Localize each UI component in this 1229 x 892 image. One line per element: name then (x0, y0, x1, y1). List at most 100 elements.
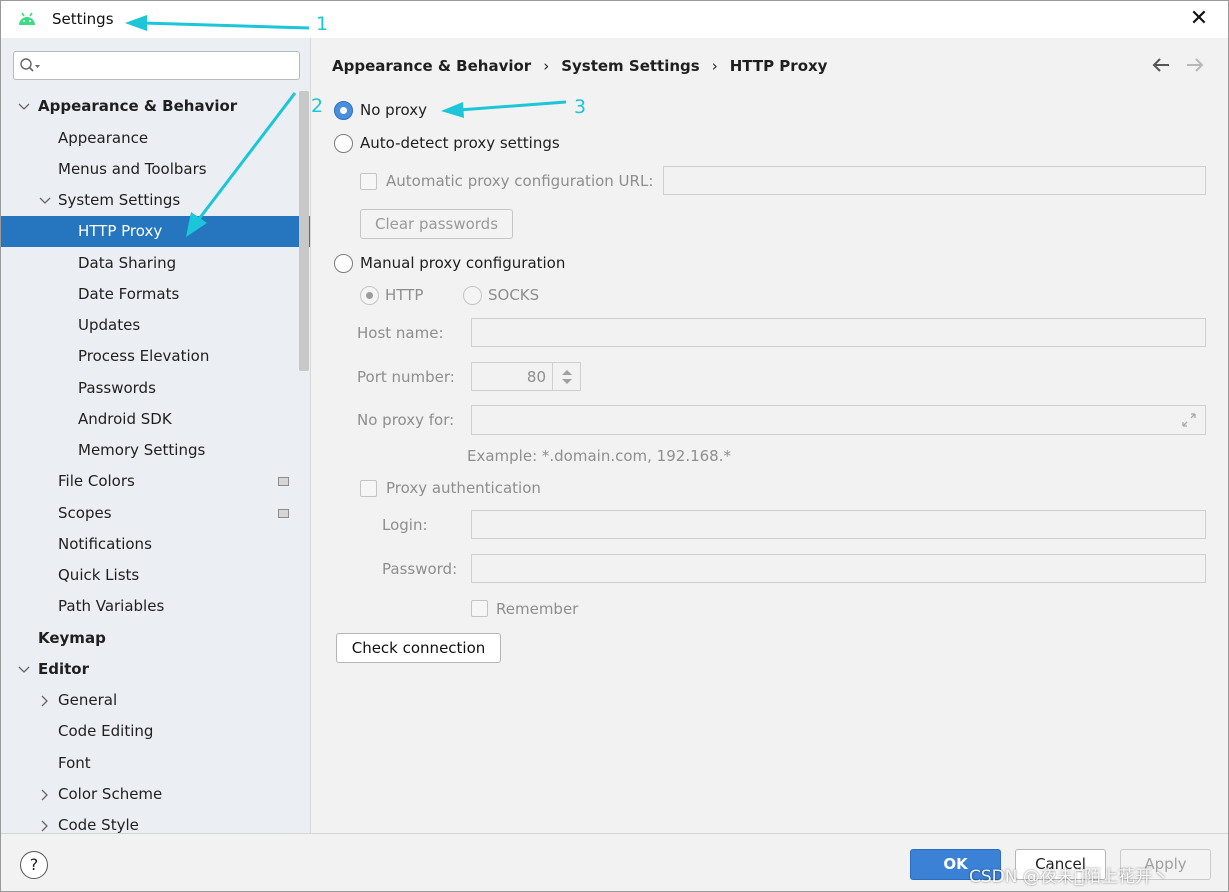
chevron-right-icon (39, 789, 51, 801)
sidebar-item-scopes[interactable]: Scopes (1, 498, 310, 529)
chevron-down-icon (39, 195, 51, 207)
breadcrumb-item: HTTP Proxy (729, 57, 828, 75)
auto-detect-radio[interactable] (334, 134, 353, 153)
host-name-field[interactable] (471, 318, 1206, 347)
close-icon[interactable]: ✕ (1184, 5, 1214, 33)
sidebar-item-editor[interactable]: Editor (1, 654, 310, 685)
help-icon[interactable]: ? (20, 851, 48, 879)
sidebar-item-passwords[interactable]: Passwords (1, 373, 310, 404)
sidebar-item-label: Font (58, 754, 91, 772)
sidebar-item-label: Android SDK (78, 410, 172, 428)
annotation-number: 2 (311, 95, 324, 117)
expand-icon[interactable] (1181, 412, 1197, 432)
login-field[interactable] (471, 510, 1206, 539)
sidebar-item-label: General (58, 691, 118, 709)
android-icon (17, 11, 37, 27)
sidebar-item-label: Scopes (58, 504, 112, 522)
http-radio[interactable] (360, 286, 379, 305)
sidebar-item-code-editing[interactable]: Code Editing (1, 716, 310, 747)
sidebar-item-label: Appearance (58, 129, 149, 147)
sidebar-item-general[interactable]: General (1, 685, 310, 716)
annotation-number: 3 (574, 96, 587, 118)
check-connection-button[interactable]: Check connection (336, 633, 501, 663)
password-label: Password: (382, 560, 458, 578)
sidebar-item-label: Editor (38, 660, 89, 678)
chevron-down-icon (18, 664, 30, 676)
breadcrumb: Appearance & Behavior › System Settings › HT… (332, 57, 827, 75)
auto-config-url-field[interactable] (663, 166, 1206, 195)
search-icon (19, 57, 41, 75)
no-proxy-radio[interactable] (334, 101, 353, 120)
search-input[interactable] (13, 51, 300, 80)
sidebar-item-label: HTTP Proxy (78, 222, 163, 240)
port-number-value: 80 (526, 368, 546, 386)
sidebar-item-process-elevation[interactable]: Process Elevation (1, 341, 310, 372)
project-scope-icon (278, 477, 289, 486)
sidebar-item-label: Memory Settings (78, 441, 206, 459)
sidebar-item-font[interactable]: Font (1, 748, 310, 779)
settings-sidebar: Appearance & Behavior Appearance Menus a… (1, 38, 311, 833)
sidebar-item-notifications[interactable]: Notifications (1, 529, 310, 560)
no-proxy-for-field[interactable] (471, 405, 1206, 435)
sidebar-item-label: Quick Lists (58, 566, 140, 584)
sidebar-item-memory-settings[interactable]: Memory Settings (1, 435, 310, 466)
no-proxy-label: No proxy (360, 101, 427, 119)
sidebar-item-date-formats[interactable]: Date Formats (1, 279, 310, 310)
http-label: HTTP (385, 286, 424, 304)
remember-label: Remember (496, 600, 579, 618)
sidebar-item-label: Updates (78, 316, 141, 334)
auto-config-url-checkbox[interactable] (360, 173, 377, 190)
sidebar-item-menus-toolbars[interactable]: Menus and Toolbars (1, 154, 310, 185)
manual-proxy-label: Manual proxy configuration (360, 254, 566, 272)
back-arrow-icon[interactable] (1150, 55, 1172, 75)
breadcrumb-separator: › (711, 57, 718, 75)
stepper-arrows-icon[interactable] (552, 363, 580, 391)
proxy-authentication-label: Proxy authentication (386, 479, 541, 497)
sidebar-item-label: Data Sharing (78, 254, 177, 272)
sidebar-item-label: Keymap (38, 629, 106, 647)
password-field[interactable] (471, 554, 1206, 583)
sidebar-item-code-style[interactable]: Code Style (1, 810, 310, 833)
sidebar-item-quick-lists[interactable]: Quick Lists (1, 560, 310, 591)
project-scope-icon (278, 509, 289, 518)
remember-checkbox[interactable] (471, 600, 488, 617)
chevron-right-icon (39, 820, 51, 832)
port-number-label: Port number: (357, 368, 455, 386)
sidebar-item-path-variables[interactable]: Path Variables (1, 591, 310, 622)
socks-label: SOCKS (488, 286, 540, 304)
sidebar-item-label: Process Elevation (78, 347, 210, 365)
breadcrumb-item[interactable]: System Settings (561, 57, 700, 75)
sidebar-item-http-proxy[interactable]: HTTP Proxy (1, 216, 310, 247)
sidebar-item-color-scheme[interactable]: Color Scheme (1, 779, 310, 810)
no-proxy-example: Example: *.domain.com, 192.168.* (467, 447, 731, 465)
sidebar-item-label: Notifications (58, 535, 152, 553)
auto-detect-label: Auto-detect proxy settings (360, 134, 560, 152)
forward-arrow-icon[interactable] (1184, 55, 1206, 75)
breadcrumb-item[interactable]: Appearance & Behavior (332, 57, 531, 75)
sidebar-item-appearance-behavior[interactable]: Appearance & Behavior (1, 91, 310, 122)
sidebar-item-system-settings[interactable]: System Settings (1, 185, 310, 216)
annotation-number: 1 (316, 13, 329, 35)
clear-passwords-button[interactable]: Clear passwords (360, 209, 513, 239)
sidebar-item-label: Code Style (58, 816, 139, 833)
sidebar-item-appearance[interactable]: Appearance (1, 123, 310, 154)
sidebar-item-file-colors[interactable]: File Colors (1, 466, 310, 497)
sidebar-item-android-sdk[interactable]: Android SDK (1, 404, 310, 435)
sidebar-item-label: Color Scheme (58, 785, 163, 803)
sidebar-item-updates[interactable]: Updates (1, 310, 310, 341)
sidebar-scrollbar[interactable] (299, 91, 309, 371)
sidebar-item-keymap[interactable]: Keymap (1, 623, 310, 654)
sidebar-item-label: Menus and Toolbars (58, 160, 207, 178)
socks-radio[interactable] (463, 286, 482, 305)
sidebar-item-label: System Settings (58, 191, 181, 209)
title-bar: Settings ✕ (1, 1, 1228, 38)
sidebar-item-data-sharing[interactable]: Data Sharing (1, 248, 310, 279)
port-number-stepper[interactable]: 80 (471, 362, 581, 391)
host-name-label: Host name: (357, 324, 444, 342)
sidebar-item-label: Appearance & Behavior (38, 97, 238, 115)
dialog-footer: ? OK Cancel Apply CSDN @夜未央̆陌上花开丶 (1, 833, 1228, 891)
settings-window: Settings ✕ Appearance & Behavior Appeara… (0, 0, 1229, 892)
login-label: Login: (382, 516, 428, 534)
proxy-authentication-checkbox[interactable] (360, 480, 377, 497)
manual-proxy-radio[interactable] (334, 254, 353, 273)
